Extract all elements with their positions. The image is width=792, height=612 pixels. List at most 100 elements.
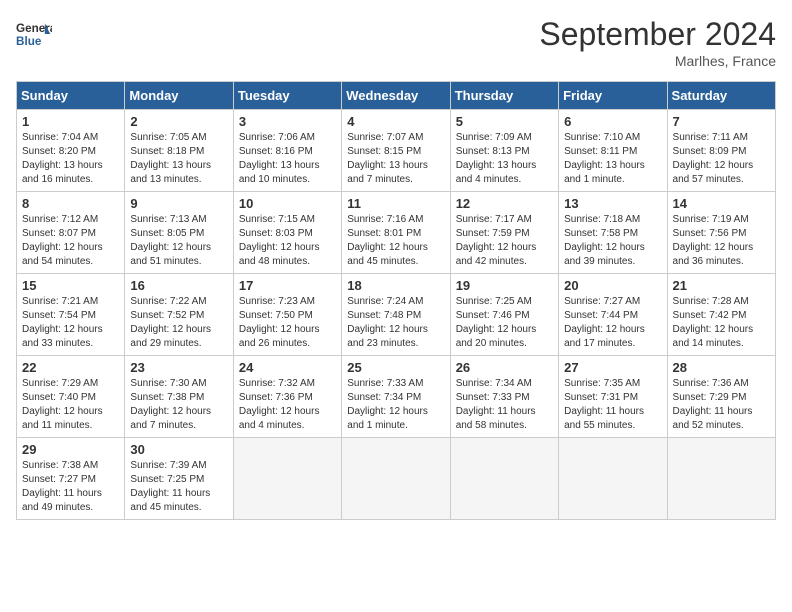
day-number: 21 [673, 278, 770, 293]
day-info: Sunrise: 7:39 AM Sunset: 7:25 PM Dayligh… [130, 459, 227, 515]
weekday-header-thursday: Thursday [450, 82, 558, 110]
day-info: Sunrise: 7:29 AM Sunset: 7:40 PM Dayligh… [22, 377, 119, 433]
calendar-week-row: 22 Sunrise: 7:29 AM Sunset: 7:40 PM Dayli… [17, 356, 776, 438]
calendar-table: SundayMondayTuesdayWednesdayThursdayFrid… [16, 81, 776, 520]
day-info: Sunrise: 7:30 AM Sunset: 7:38 PM Dayligh… [130, 377, 227, 433]
day-number: 10 [239, 196, 336, 211]
calendar-cell: 5 Sunrise: 7:09 AM Sunset: 8:13 PM Daylig… [450, 110, 558, 192]
calendar-cell: 30 Sunrise: 7:39 AM Sunset: 7:25 PM Dayli… [125, 438, 233, 520]
day-number: 2 [130, 114, 227, 129]
day-info: Sunrise: 7:15 AM Sunset: 8:03 PM Dayligh… [239, 213, 336, 269]
day-info: Sunrise: 7:38 AM Sunset: 7:27 PM Dayligh… [22, 459, 119, 515]
svg-text:Blue: Blue [16, 35, 42, 48]
day-number: 23 [130, 360, 227, 375]
calendar-cell: 19 Sunrise: 7:25 AM Sunset: 7:46 PM Dayli… [450, 274, 558, 356]
day-number: 3 [239, 114, 336, 129]
calendar-cell: 18 Sunrise: 7:24 AM Sunset: 7:48 PM Dayli… [342, 274, 450, 356]
day-number: 4 [347, 114, 444, 129]
logo: General Blue [16, 16, 52, 52]
day-number: 8 [22, 196, 119, 211]
day-info: Sunrise: 7:04 AM Sunset: 8:20 PM Dayligh… [22, 131, 119, 187]
day-info: Sunrise: 7:09 AM Sunset: 8:13 PM Dayligh… [456, 131, 553, 187]
day-number: 5 [456, 114, 553, 129]
day-number: 6 [564, 114, 661, 129]
page-header: General Blue September 2024 Marlhes, Fra… [16, 16, 776, 69]
calendar-cell [233, 438, 341, 520]
day-info: Sunrise: 7:11 AM Sunset: 8:09 PM Dayligh… [673, 131, 770, 187]
calendar-cell: 15 Sunrise: 7:21 AM Sunset: 7:54 PM Dayli… [17, 274, 125, 356]
day-number: 16 [130, 278, 227, 293]
calendar-cell [667, 438, 775, 520]
day-info: Sunrise: 7:06 AM Sunset: 8:16 PM Dayligh… [239, 131, 336, 187]
day-info: Sunrise: 7:21 AM Sunset: 7:54 PM Dayligh… [22, 295, 119, 351]
day-number: 13 [564, 196, 661, 211]
day-number: 15 [22, 278, 119, 293]
calendar-cell: 6 Sunrise: 7:10 AM Sunset: 8:11 PM Daylig… [559, 110, 667, 192]
calendar-cell: 27 Sunrise: 7:35 AM Sunset: 7:31 PM Dayli… [559, 356, 667, 438]
calendar-cell: 9 Sunrise: 7:13 AM Sunset: 8:05 PM Daylig… [125, 192, 233, 274]
day-number: 17 [239, 278, 336, 293]
day-number: 27 [564, 360, 661, 375]
calendar-cell [450, 438, 558, 520]
day-number: 14 [673, 196, 770, 211]
day-info: Sunrise: 7:13 AM Sunset: 8:05 PM Dayligh… [130, 213, 227, 269]
day-number: 22 [22, 360, 119, 375]
calendar-cell: 29Sunrise: 7:38 AM Sunset: 7:27 PM Dayli… [17, 438, 125, 520]
day-info: Sunrise: 7:19 AM Sunset: 7:56 PM Dayligh… [673, 213, 770, 269]
day-number: 26 [456, 360, 553, 375]
calendar-cell: 24 Sunrise: 7:32 AM Sunset: 7:36 PM Dayli… [233, 356, 341, 438]
calendar-cell: 28 Sunrise: 7:36 AM Sunset: 7:29 PM Dayli… [667, 356, 775, 438]
weekday-header-sunday: Sunday [17, 82, 125, 110]
day-number: 28 [673, 360, 770, 375]
day-info: Sunrise: 7:24 AM Sunset: 7:48 PM Dayligh… [347, 295, 444, 351]
calendar-cell: 3 Sunrise: 7:06 AM Sunset: 8:16 PM Daylig… [233, 110, 341, 192]
day-info: Sunrise: 7:28 AM Sunset: 7:42 PM Dayligh… [673, 295, 770, 351]
calendar-cell: 16 Sunrise: 7:22 AM Sunset: 7:52 PM Dayli… [125, 274, 233, 356]
day-info: Sunrise: 7:18 AM Sunset: 7:58 PM Dayligh… [564, 213, 661, 269]
calendar-cell: 26 Sunrise: 7:34 AM Sunset: 7:33 PM Dayli… [450, 356, 558, 438]
day-info: Sunrise: 7:33 AM Sunset: 7:34 PM Dayligh… [347, 377, 444, 433]
weekday-header-wednesday: Wednesday [342, 82, 450, 110]
calendar-week-row: 1Sunrise: 7:04 AM Sunset: 8:20 PM Daylig… [17, 110, 776, 192]
day-number: 11 [347, 196, 444, 211]
calendar-cell: 22 Sunrise: 7:29 AM Sunset: 7:40 PM Dayli… [17, 356, 125, 438]
day-info: Sunrise: 7:25 AM Sunset: 7:46 PM Dayligh… [456, 295, 553, 351]
calendar-week-row: 15 Sunrise: 7:21 AM Sunset: 7:54 PM Dayli… [17, 274, 776, 356]
day-info: Sunrise: 7:22 AM Sunset: 7:52 PM Dayligh… [130, 295, 227, 351]
day-number: 24 [239, 360, 336, 375]
day-info: Sunrise: 7:32 AM Sunset: 7:36 PM Dayligh… [239, 377, 336, 433]
day-number: 30 [130, 442, 227, 457]
day-info: Sunrise: 7:34 AM Sunset: 7:33 PM Dayligh… [456, 377, 553, 433]
day-info: Sunrise: 7:23 AM Sunset: 7:50 PM Dayligh… [239, 295, 336, 351]
day-info: Sunrise: 7:17 AM Sunset: 7:59 PM Dayligh… [456, 213, 553, 269]
month-title: September 2024 [539, 16, 776, 53]
day-number: 18 [347, 278, 444, 293]
day-number: 7 [673, 114, 770, 129]
day-info: Sunrise: 7:05 AM Sunset: 8:18 PM Dayligh… [130, 131, 227, 187]
day-info: Sunrise: 7:16 AM Sunset: 8:01 PM Dayligh… [347, 213, 444, 269]
day-number: 19 [456, 278, 553, 293]
calendar-cell: 1Sunrise: 7:04 AM Sunset: 8:20 PM Daylig… [17, 110, 125, 192]
calendar-cell: 7 Sunrise: 7:11 AM Sunset: 8:09 PM Daylig… [667, 110, 775, 192]
calendar-cell: 13 Sunrise: 7:18 AM Sunset: 7:58 PM Dayli… [559, 192, 667, 274]
calendar-cell [342, 438, 450, 520]
calendar-cell: 10 Sunrise: 7:15 AM Sunset: 8:03 PM Dayli… [233, 192, 341, 274]
day-number: 20 [564, 278, 661, 293]
logo-icon: General Blue [16, 16, 52, 52]
weekday-header-monday: Monday [125, 82, 233, 110]
calendar-cell [559, 438, 667, 520]
day-info: Sunrise: 7:07 AM Sunset: 8:15 PM Dayligh… [347, 131, 444, 187]
calendar-cell: 8 Sunrise: 7:12 AM Sunset: 8:07 PM Daylig… [17, 192, 125, 274]
day-number: 9 [130, 196, 227, 211]
location: Marlhes, France [539, 53, 776, 69]
calendar-week-row: 8 Sunrise: 7:12 AM Sunset: 8:07 PM Daylig… [17, 192, 776, 274]
day-info: Sunrise: 7:27 AM Sunset: 7:44 PM Dayligh… [564, 295, 661, 351]
weekday-header-tuesday: Tuesday [233, 82, 341, 110]
day-info: Sunrise: 7:35 AM Sunset: 7:31 PM Dayligh… [564, 377, 661, 433]
day-info: Sunrise: 7:36 AM Sunset: 7:29 PM Dayligh… [673, 377, 770, 433]
day-info: Sunrise: 7:10 AM Sunset: 8:11 PM Dayligh… [564, 131, 661, 187]
calendar-cell: 17 Sunrise: 7:23 AM Sunset: 7:50 PM Dayli… [233, 274, 341, 356]
title-block: September 2024 Marlhes, France [539, 16, 776, 69]
day-number: 25 [347, 360, 444, 375]
day-info: Sunrise: 7:12 AM Sunset: 8:07 PM Dayligh… [22, 213, 119, 269]
